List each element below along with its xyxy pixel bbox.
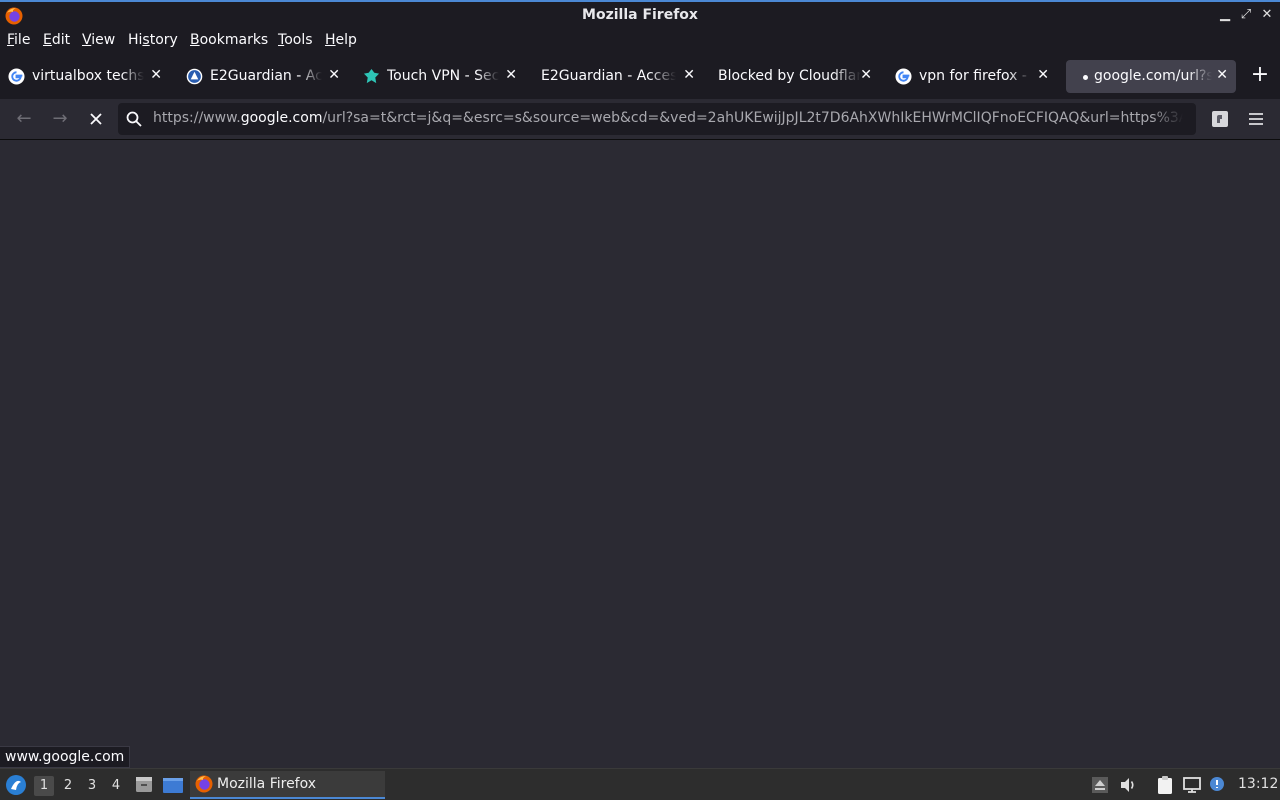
workspace-4[interactable]: 4 <box>106 776 126 796</box>
file-manager-icon[interactable] <box>134 775 154 795</box>
menu-view[interactable]: View <box>82 32 115 48</box>
start-menu-icon[interactable] <box>5 774 27 796</box>
menu-tools[interactable]: Tools <box>278 32 313 48</box>
firefox-logo-icon <box>195 775 213 793</box>
navigation-toolbar: ← → https://www.google.com/url?sa=t&rct=… <box>0 99 1280 140</box>
tab-close-icon[interactable]: ✕ <box>328 67 340 83</box>
volume-icon[interactable] <box>1118 775 1138 795</box>
touch-vpn-icon <box>363 68 380 84</box>
tab-label: virtualbox techspot <box>32 68 144 84</box>
url-text[interactable]: https://www.google.com/url?sa=t&rct=j&q=… <box>153 110 1183 130</box>
tab-close-icon[interactable]: ✕ <box>150 67 162 83</box>
tab-label: E2Guardian - Access <box>210 68 322 84</box>
menu-edit[interactable]: Edit <box>43 32 70 48</box>
network-icon[interactable] <box>1182 775 1202 795</box>
menu-help[interactable]: Help <box>325 32 357 48</box>
tab-close-icon[interactable]: ✕ <box>505 67 517 83</box>
menu-bar: File Edit View History Bookmarks Tools H… <box>0 29 1280 54</box>
tab-google-url[interactable]: google.com/url?sa ✕ <box>1066 60 1236 93</box>
google-icon <box>895 68 912 85</box>
tab-label: E2Guardian - Access <box>541 68 676 84</box>
search-icon <box>126 111 142 127</box>
close-window-icon[interactable]: ✕ <box>1260 7 1274 23</box>
minimize-icon[interactable]: ▁ <box>1218 7 1232 23</box>
show-desktop-icon[interactable] <box>162 775 184 795</box>
forward-button[interactable]: → <box>48 107 72 131</box>
tab-label: Touch VPN - Secure <box>387 68 499 84</box>
tab-strip: virtualbox techspot ✕ E2Guardian - Acces… <box>0 54 1280 99</box>
hamburger-menu-icon <box>1249 113 1263 125</box>
tab-label: vpn for firefox - Google <box>919 68 1031 84</box>
taskbar-firefox-button[interactable]: Mozilla Firefox <box>190 771 385 799</box>
window-titlebar: Mozilla Firefox ▁ ⤢ ✕ <box>0 0 1280 29</box>
menu-bookmarks[interactable]: Bookmarks <box>190 32 268 48</box>
tab-label: Blocked by Cloudflare <box>718 68 861 84</box>
taskbar: 1 2 3 4 Mozilla Firefox 13:12 <box>0 768 1280 800</box>
notification-icon[interactable] <box>1208 775 1228 795</box>
app-menu-button[interactable] <box>1244 107 1268 131</box>
google-icon <box>8 68 25 85</box>
tab-virtualbox[interactable]: virtualbox techspot ✕ <box>0 60 170 93</box>
address-bar[interactable]: https://www.google.com/url?sa=t&rct=j&q=… <box>118 103 1196 135</box>
tab-e2guardian[interactable]: E2Guardian - Access ✕ <box>178 60 348 93</box>
new-tab-button[interactable]: + <box>1248 63 1272 87</box>
back-button[interactable]: ← <box>12 107 36 131</box>
menu-history[interactable]: History <box>128 32 178 48</box>
tab-close-icon[interactable]: ✕ <box>1216 67 1228 83</box>
stop-icon <box>90 113 102 125</box>
extension-button[interactable] <box>1208 107 1232 131</box>
eject-icon[interactable] <box>1090 775 1110 795</box>
workspace-2[interactable]: 2 <box>58 776 78 796</box>
tab-close-icon[interactable]: ✕ <box>683 67 695 83</box>
window-title: Mozilla Firefox <box>582 7 698 23</box>
tab-vpn-for-firefox[interactable]: vpn for firefox - Google ✕ <box>887 60 1057 93</box>
tab-close-icon[interactable]: ✕ <box>860 67 872 83</box>
tab-touch-vpn[interactable]: Touch VPN - Secure ✕ <box>355 60 525 93</box>
menu-file[interactable]: File <box>7 32 30 48</box>
stop-button[interactable] <box>84 107 108 131</box>
loading-dot-icon <box>1083 75 1088 80</box>
e2guardian-icon <box>186 68 203 85</box>
maximize-icon[interactable]: ⤢ <box>1239 7 1253 23</box>
url-prefix: https://www. <box>153 110 241 126</box>
url-path: /url?sa=t&rct=j&q=&esrc=s&source=web&cd=… <box>322 110 1183 126</box>
tab-label: google.com/url?sa <box>1094 68 1212 84</box>
extension-icon <box>1212 111 1228 127</box>
status-url-tooltip: www.google.com <box>0 746 131 768</box>
clock: 13:12 <box>1238 776 1279 792</box>
tab-close-icon[interactable]: ✕ <box>1037 67 1049 83</box>
url-host: google.com <box>240 110 323 126</box>
tab-cloudflare[interactable]: Blocked by Cloudflare ✕ <box>710 60 880 93</box>
tab-e2guardian-2[interactable]: E2Guardian - Access ✕ <box>533 60 703 93</box>
page-content <box>0 140 1280 768</box>
workspace-3[interactable]: 3 <box>82 776 102 796</box>
workspace-1[interactable]: 1 <box>34 776 54 796</box>
clipboard-icon[interactable] <box>1155 775 1175 795</box>
taskbar-app-label: Mozilla Firefox <box>217 776 317 792</box>
